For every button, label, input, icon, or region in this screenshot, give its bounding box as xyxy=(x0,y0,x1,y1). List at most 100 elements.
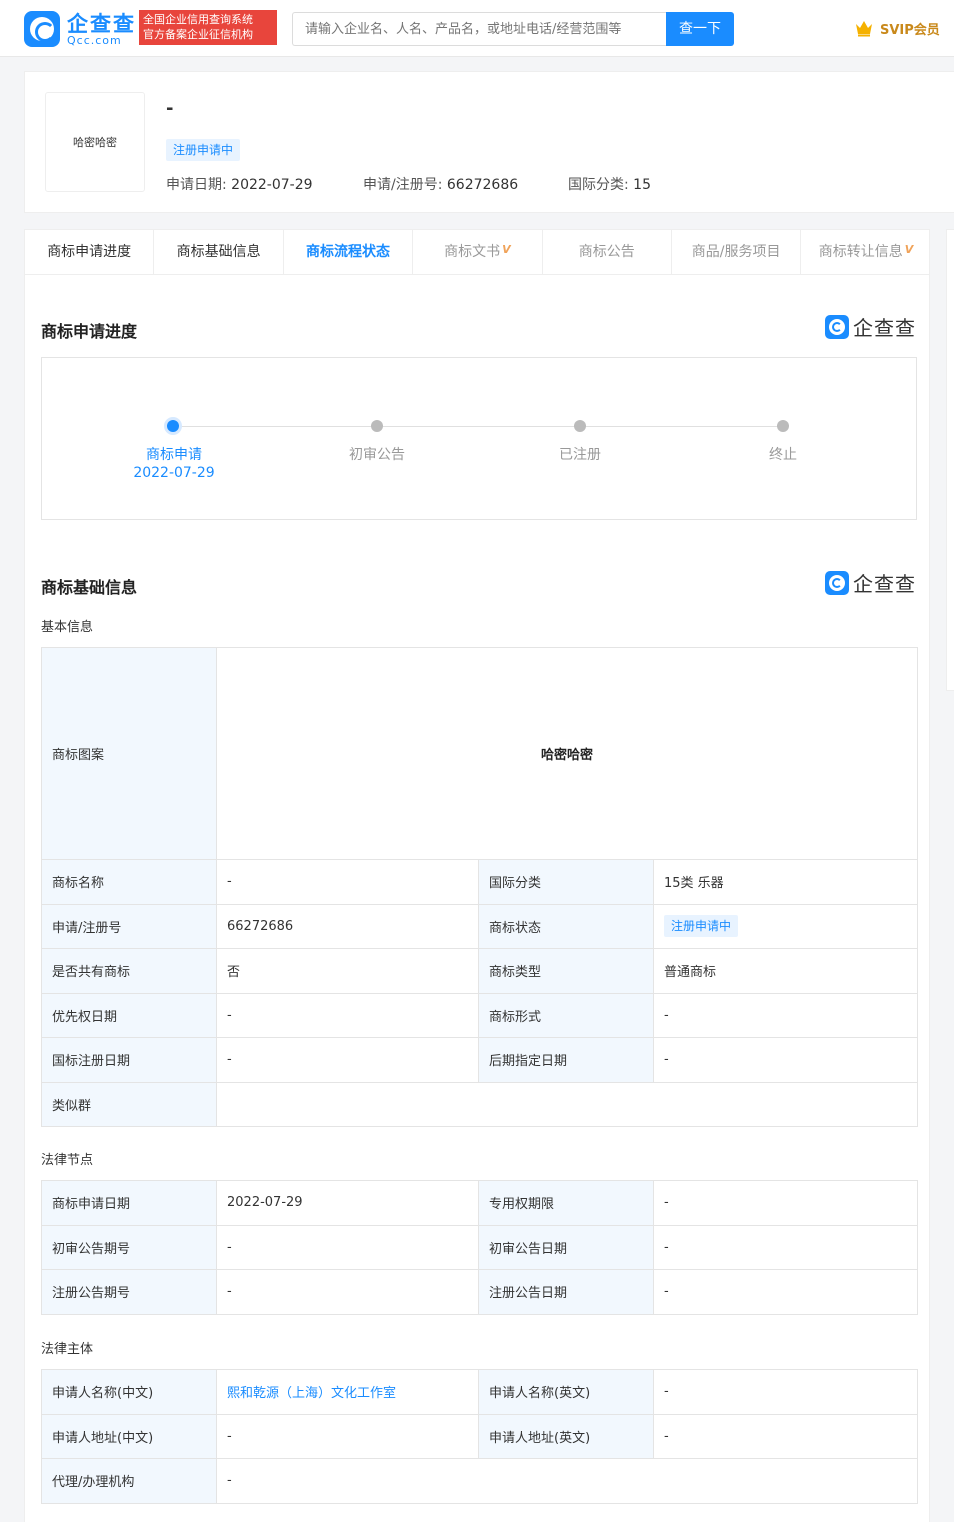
intl-class-value: 15 xyxy=(633,177,651,193)
svip-label: SVIP会员 xyxy=(880,22,940,38)
tab-transfer-info[interactable]: 商标转让信息 V xyxy=(801,230,930,274)
step-dot xyxy=(371,420,383,432)
step-dot xyxy=(777,420,789,432)
field-value: - xyxy=(652,1037,919,1083)
progress-section-title: 商标申请进度 xyxy=(41,322,138,341)
field-value: - xyxy=(216,1037,479,1083)
field-label: 初审公告期号 xyxy=(41,1224,217,1270)
step-label-registered: 已注册 xyxy=(559,447,601,463)
trademark-tabs: 商标申请进度 商标基础信息 商标流程状态 商标文书 V 商标公告 商品/服务项目 … xyxy=(24,229,930,275)
tab-announcements[interactable]: 商标公告 xyxy=(543,230,672,274)
field-label: 申请人名称(英文) xyxy=(478,1369,654,1415)
legal-nodes-table: 商标申请日期 2022-07-29 专用权期限 - 初审公告期号 - 初审公告日… xyxy=(41,1180,918,1315)
tab-goods-services[interactable]: 商品/服务项目 xyxy=(672,230,802,274)
field-value: - xyxy=(653,1369,918,1415)
field-label: 申请人地址(英文) xyxy=(478,1413,654,1459)
subsection-legal-subject: 法律主体 xyxy=(41,1342,94,1357)
search-input[interactable] xyxy=(292,12,668,46)
progress-tracker: 商标申请 2022-07-29 初审公告 已注册 终止 xyxy=(41,357,917,520)
table-row: 是否共有商标 否 商标类型 普通商标 xyxy=(41,948,919,994)
reg-no-meta: 申请/注册号: 66272686 xyxy=(363,174,518,194)
field-label: 申请/注册号 xyxy=(41,903,217,949)
qcc-logo-icon xyxy=(825,570,849,595)
step-dot xyxy=(574,420,586,432)
certification-badge: 全国企业信用查询系统 官方备案企业征信机构 xyxy=(139,10,277,45)
logo-domain[interactable]: Qcc.com xyxy=(67,34,122,47)
trademark-pattern[interactable]: 哈密哈密 xyxy=(215,647,919,860)
table-row: 代理/办理机构 - xyxy=(41,1458,918,1504)
brand-watermark: 企查查 xyxy=(825,312,916,341)
field-label: 专用权期限 xyxy=(478,1180,654,1226)
field-label: 申请人地址(中文) xyxy=(41,1413,217,1459)
tab-application-progress[interactable]: 商标申请进度 xyxy=(25,230,155,274)
brand-text: 企查查 xyxy=(853,572,916,596)
search-button[interactable]: 查一下 xyxy=(666,12,734,46)
field-label: 注册公告日期 xyxy=(478,1269,654,1315)
apply-date-label: 申请日期: xyxy=(166,177,232,193)
tab-documents[interactable]: 商标文书 V xyxy=(413,230,543,274)
applicant-name-link[interactable]: 熙和乾源（上海）文化工作室 xyxy=(216,1369,479,1415)
field-label: 商标形式 xyxy=(478,992,654,1038)
crown-icon xyxy=(854,19,874,37)
table-row: 注册公告期号 - 注册公告日期 - xyxy=(41,1269,918,1315)
vip-icon: V xyxy=(904,243,914,256)
top-header: 企查查 Qcc.com 全国企业信用查询系统 官方备案企业征信机构 查一下 SV… xyxy=(0,0,954,57)
field-label: 商标类型 xyxy=(478,948,654,994)
field-value: - xyxy=(216,1413,479,1459)
field-value: 否 xyxy=(216,948,479,994)
tab-basic-info[interactable]: 商标基础信息 xyxy=(154,230,284,274)
subsection-legal-nodes: 法律节点 xyxy=(41,1153,94,1168)
step-label-apply: 商标申请 xyxy=(146,447,202,463)
vip-icon: V xyxy=(502,243,511,256)
step-date-apply: 2022-07-29 xyxy=(133,465,215,481)
badge-line-1: 全国企业信用查询系统 xyxy=(143,13,253,26)
svip-member-link[interactable]: SVIP会员 xyxy=(854,17,940,39)
field-value: - xyxy=(216,859,479,905)
tab-transfer-label: 商标转让信息 xyxy=(818,244,903,260)
step-label-prelim: 初审公告 xyxy=(349,447,405,463)
intl-class-label: 国际分类: xyxy=(568,177,634,193)
tab-documents-label: 商标文书 xyxy=(444,244,501,260)
trademark-thumbnail[interactable]: 哈密哈密 xyxy=(45,92,145,192)
field-value: - xyxy=(652,992,919,1038)
basic-info-table: 商标图案 哈密哈密 商标名称 - 国际分类 15类 乐器 申请/注册号 6627… xyxy=(41,647,919,1127)
progress-track xyxy=(173,426,783,427)
field-value: 普通商标 xyxy=(652,948,919,994)
brand-text: 企查查 xyxy=(853,316,916,340)
trademark-summary-card: 哈密哈密 - 注册申请中 申请日期: 2022-07-29 申请/注册号: 66… xyxy=(24,71,954,213)
field-value: - xyxy=(216,1224,479,1270)
table-row: 类似群 xyxy=(41,1081,919,1127)
status-badge: 注册申请中 xyxy=(166,139,241,161)
side-nav-strip xyxy=(946,229,954,691)
field-label: 申请人名称(中文) xyxy=(41,1369,217,1415)
trademark-title: - xyxy=(166,98,174,119)
basic-section-title: 商标基础信息 xyxy=(41,578,138,597)
table-row: 商标图案 哈密哈密 xyxy=(41,647,919,860)
field-value: - xyxy=(653,1413,918,1459)
field-label: 类似群 xyxy=(41,1081,217,1127)
table-row: 申请/注册号 66272686 商标状态 注册申请中 xyxy=(41,903,919,949)
table-row: 申请人地址(中文) - 申请人地址(英文) - xyxy=(41,1413,918,1459)
qcc-logo-icon[interactable] xyxy=(24,11,60,47)
table-row: 商标名称 - 国际分类 15类 乐器 xyxy=(41,859,919,905)
field-label: 优先权日期 xyxy=(41,992,217,1038)
field-value: 15类 乐器 xyxy=(652,859,919,905)
step-dot-active xyxy=(167,420,179,432)
reg-no-label: 申请/注册号: xyxy=(363,177,447,193)
table-row: 国标注册日期 - 后期指定日期 - xyxy=(41,1037,919,1083)
table-row: 商标申请日期 2022-07-29 专用权期限 - xyxy=(41,1180,918,1226)
field-value: - xyxy=(216,1269,479,1315)
field-label: 是否共有商标 xyxy=(41,948,217,994)
tab-process-status[interactable]: 商标流程状态 xyxy=(284,230,414,274)
field-value: - xyxy=(653,1180,918,1226)
intl-class-meta: 国际分类: 15 xyxy=(568,174,651,194)
field-label: 商标状态 xyxy=(478,903,654,949)
field-label: 后期指定日期 xyxy=(478,1037,654,1083)
field-label: 注册公告期号 xyxy=(41,1269,217,1315)
field-label: 代理/办理机构 xyxy=(41,1458,217,1504)
qcc-logo-icon xyxy=(825,314,849,339)
field-value xyxy=(215,1081,919,1127)
field-value: 2022-07-29 xyxy=(216,1180,479,1226)
main-panel: 商标申请进度 企查查 商标申请 2022-07-29 初审公告 已注册 终止 商… xyxy=(24,275,930,1522)
table-row: 优先权日期 - 商标形式 - xyxy=(41,992,919,1038)
